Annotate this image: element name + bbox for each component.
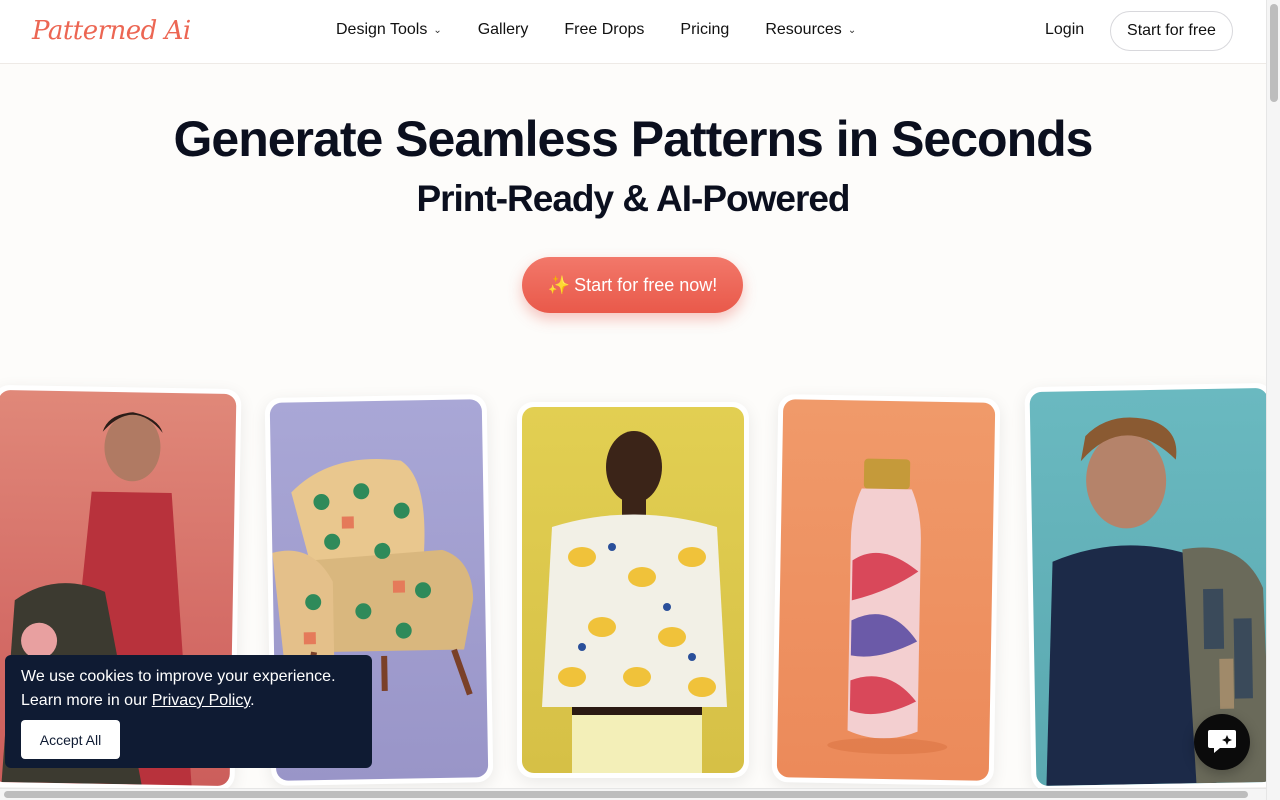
cta-label: Start for free now!	[574, 274, 718, 295]
nav-label: Design Tools	[336, 21, 428, 38]
horizontal-scroll-thumb[interactable]	[4, 791, 1248, 798]
nav-label: Gallery	[477, 21, 529, 38]
start-free-now-button[interactable]: ✨ Start for free now!	[522, 257, 743, 313]
chevron-down-icon: ⌄	[433, 24, 442, 36]
logo[interactable]: Patterned Ai	[32, 16, 191, 46]
nav-gallery[interactable]: Gallery	[478, 21, 529, 39]
hero-title: Generate Seamless Patterns in Seconds	[173, 111, 1094, 167]
nav-pricing[interactable]: Pricing	[680, 21, 729, 39]
man-lemon-shirt-image	[522, 407, 744, 773]
nav-label: Pricing	[680, 21, 730, 38]
nav-label: Resources	[765, 21, 842, 38]
vertical-scrollbar[interactable]	[1266, 0, 1280, 800]
privacy-policy-link[interactable]: Privacy Policy	[152, 692, 250, 709]
showcase-card-shirt[interactable]	[517, 402, 749, 778]
nav-resources[interactable]: Resources ⌄	[765, 21, 856, 39]
marble-bottle-image	[776, 399, 996, 781]
login-link[interactable]: Login	[1045, 21, 1084, 39]
cookie-banner: We use cookies to improve your experienc…	[5, 655, 372, 768]
chat-bubble-icon	[1208, 730, 1236, 753]
nav-free-drops[interactable]: Free Drops	[564, 21, 644, 39]
nav-label: Free Drops	[564, 21, 645, 38]
showcase-card-bottle[interactable]	[771, 394, 1001, 786]
horizontal-scrollbar[interactable]	[0, 788, 1266, 800]
start-free-button[interactable]: Start for free	[1110, 11, 1233, 51]
chat-widget-button[interactable]	[1194, 714, 1250, 770]
sparkles-icon: ✨	[547, 274, 571, 295]
cookie-text: We use cookies to improve your experienc…	[21, 668, 336, 685]
site-header: Patterned Ai Design Tools ⌄ Gallery Free…	[0, 0, 1266, 64]
hero-subtitle: Print-Ready & AI-Powered	[416, 178, 850, 219]
chevron-down-icon: ⌄	[847, 24, 857, 36]
cookie-text-2: Learn more in our Privacy Policy.	[21, 692, 255, 709]
main-nav: Design Tools ⌄ Gallery Free Drops Pricin…	[336, 21, 892, 39]
nav-design-tools[interactable]: Design Tools ⌄	[336, 21, 442, 39]
accept-all-button[interactable]: Accept All	[21, 720, 120, 759]
vertical-scroll-thumb[interactable]	[1270, 4, 1278, 102]
